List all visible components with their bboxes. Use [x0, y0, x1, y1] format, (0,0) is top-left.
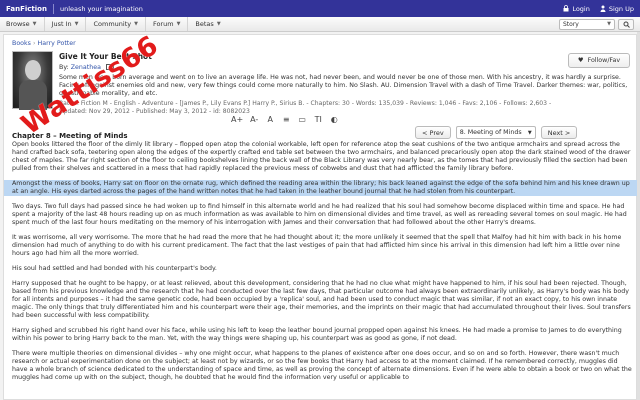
- search-button[interactable]: [618, 18, 634, 30]
- paragraph: It was worrisome, all very worrisome. Th…: [12, 234, 622, 257]
- font-increase-button[interactable]: A+: [231, 115, 243, 124]
- top-bar: FanFiction unleash your imagination Logi…: [0, 0, 640, 17]
- signup-label: Sign Up: [608, 4, 634, 13]
- prev-chapter-button[interactable]: < Prev: [415, 126, 451, 139]
- breadcrumb-category[interactable]: Books: [12, 40, 31, 47]
- paragraph: Two days. Two full days had passed since…: [12, 203, 627, 226]
- text-width-button[interactable]: ≡: [281, 115, 291, 124]
- follow-fav-button[interactable]: ♥ Follow/Fav: [568, 53, 630, 68]
- search-icon: [623, 21, 630, 28]
- author-line: By: Zenathea: [59, 64, 114, 71]
- chapter-select[interactable]: 8. Meeting of Minds ▼: [455, 126, 536, 139]
- line-spacing-button[interactable]: ▭: [297, 115, 307, 124]
- chapter-nav: < Prev 8. Meeting of Minds ▼ Next >: [415, 126, 578, 139]
- account-links: Login Sign Up: [563, 5, 634, 13]
- story-summary: Some men were born average and went on t…: [59, 74, 628, 97]
- paragraph: Harry sighed and scrubbed his right hand…: [12, 327, 622, 342]
- font-reset-button[interactable]: A: [265, 115, 275, 124]
- user-icon: [600, 5, 606, 12]
- chevron-down-icon: ▼: [607, 21, 611, 27]
- breadcrumb-fandom[interactable]: Harry Potter: [38, 40, 76, 47]
- paragraph: Open books littered the floor of the dim…: [12, 141, 631, 172]
- menu-bar: Browse ▼ Just In ▼ Community ▼ Forum ▼ Betas…: [0, 17, 640, 32]
- menu-community[interactable]: Community ▼: [86, 17, 146, 31]
- chevron-down-icon: ▼: [134, 21, 138, 27]
- chevron-down-icon: ▼: [176, 21, 181, 27]
- chapter-heading: Chapter 8 – Meeting of Minds: [12, 132, 128, 140]
- chevron-down-icon: ▼: [216, 21, 221, 27]
- divider: [52, 3, 54, 14]
- search-type-select[interactable]: Story ▼: [559, 18, 615, 30]
- breadcrumb-separator: ›: [32, 40, 36, 47]
- paragraph: Harry supposed that he ought to be happy…: [12, 280, 631, 319]
- paragraph: His soul had settled and had bonded with…: [12, 265, 217, 272]
- chevron-down-icon: ▼: [527, 129, 532, 136]
- signup-link[interactable]: Sign Up: [600, 5, 634, 13]
- site-tagline: unleash your imagination: [59, 4, 143, 13]
- reader-toolbar: A+ A- A ≡ ▭ TI ◐: [231, 115, 339, 124]
- paragraph-button[interactable]: TI: [313, 115, 323, 124]
- story-meta: Rated: Fiction M - English - Adventure -…: [59, 100, 552, 115]
- mail-icon[interactable]: [105, 64, 114, 70]
- lock-icon: [563, 5, 569, 12]
- author-link[interactable]: Zenathea: [71, 64, 101, 71]
- menu-betas[interactable]: Betas ▼: [188, 17, 227, 31]
- chapter-text: Open books littered the floor of the dim…: [4, 141, 638, 389]
- site-logo[interactable]: FanFiction: [6, 5, 47, 13]
- breadcrumb: Books › Harry Potter: [12, 40, 76, 47]
- heart-icon: ♥: [577, 57, 584, 64]
- contrast-icon[interactable]: ◐: [329, 115, 339, 124]
- chevron-down-icon: ▼: [74, 21, 79, 27]
- login-link[interactable]: Login: [563, 5, 590, 13]
- font-decrease-button[interactable]: A-: [249, 115, 259, 124]
- chevron-down-icon: ▼: [32, 21, 37, 27]
- menu-just-in[interactable]: Just In ▼: [45, 17, 87, 31]
- menu-forum[interactable]: Forum ▼: [146, 17, 189, 31]
- selected-paragraph: Amongst the mess of books, Harry sat on …: [4, 180, 638, 196]
- story-cover-image: [12, 51, 53, 110]
- login-label: Login: [572, 4, 590, 13]
- story-title: Give It Your Best Shot: [59, 52, 152, 61]
- paragraph: There were multiple theories on dimensio…: [12, 350, 632, 381]
- next-chapter-button[interactable]: Next >: [540, 126, 578, 139]
- story-content: Books › Harry Potter Give It Your Best S…: [3, 34, 638, 400]
- menu-browse[interactable]: Browse ▼: [6, 17, 45, 31]
